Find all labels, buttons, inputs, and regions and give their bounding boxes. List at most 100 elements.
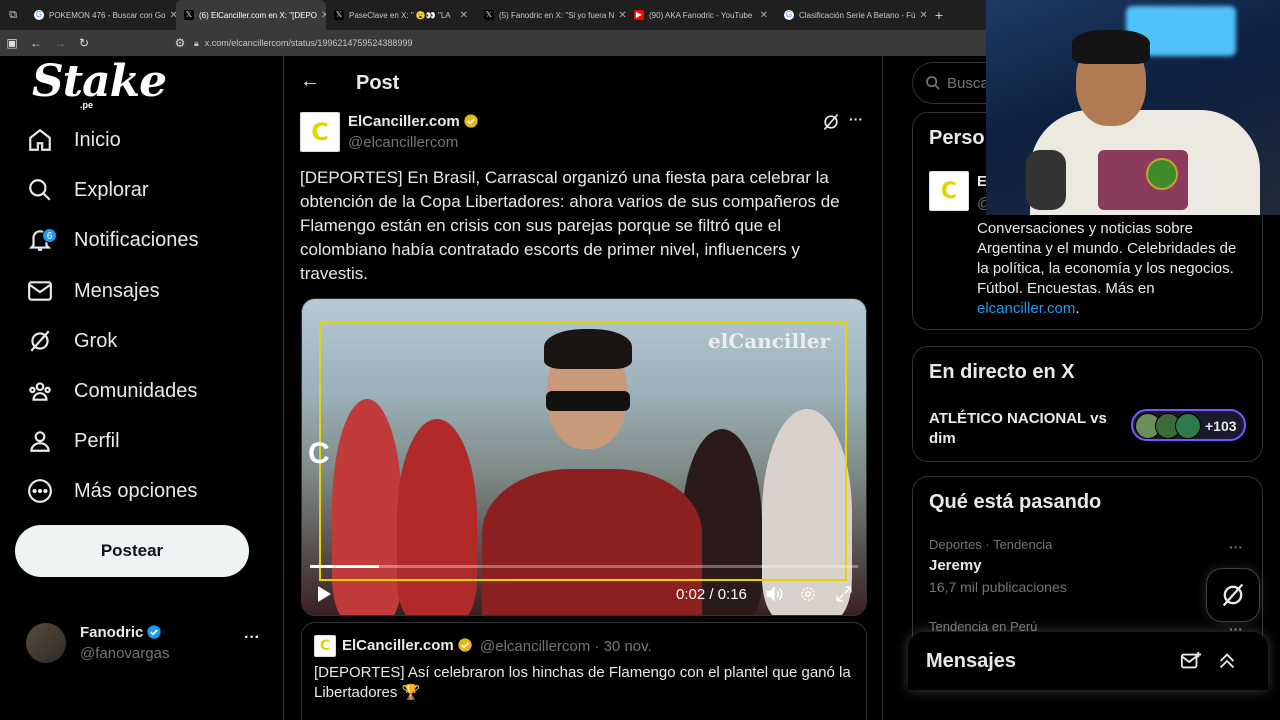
tab-label: POKEMON 476 - Buscar con Go — [49, 10, 166, 20]
trend-name[interactable]: Jeremy — [929, 557, 982, 574]
grok-icon[interactable] — [821, 112, 841, 137]
card-title: En directo en X — [929, 361, 1075, 383]
video-frame-border — [319, 321, 847, 581]
account-handle: @fanovargas — [80, 645, 170, 662]
grok-float-button[interactable] — [1206, 568, 1260, 622]
author-avatar[interactable]: C — [300, 112, 340, 152]
google-icon: G — [784, 10, 794, 20]
more-icon[interactable]: ··· — [849, 111, 863, 127]
browser-tab[interactable]: 𝕏 (5) Fanodric en X: "Si yo fuera N ✕ — [476, 0, 626, 30]
avatar — [26, 623, 66, 663]
trend-posts: 16,7 mil publicaciones — [929, 579, 1067, 595]
mail-icon — [26, 277, 54, 305]
author-name[interactable]: ElCanciller.com — [348, 113, 479, 130]
close-icon[interactable]: ✕ — [614, 10, 626, 21]
shirt-crest — [1146, 158, 1178, 190]
quoted-text: [DEPORTES] Así celebraron los hinchas de… — [314, 664, 851, 701]
nav-item-communities[interactable]: Comunidades — [26, 371, 197, 411]
tab-actions-icon[interactable]: ⧉ — [0, 9, 26, 22]
messages-drawer-title: Mensajes — [926, 650, 1017, 672]
nav-label: Más opciones — [74, 479, 198, 502]
x-icon: 𝕏 — [484, 10, 494, 20]
avatar — [1175, 413, 1201, 439]
verified-gold-icon — [458, 638, 472, 652]
sidebar-toggle-icon[interactable]: ▣ — [0, 36, 24, 50]
play-icon[interactable] — [316, 585, 332, 608]
relevant-bio: Conversaciones y noticias sobre Argentin… — [977, 219, 1249, 319]
forward-icon[interactable]: → — [48, 36, 72, 50]
reload-icon[interactable]: ↻ — [72, 36, 96, 50]
nav-item-explore[interactable]: Explorar — [26, 170, 148, 210]
x-icon: 𝕏 — [334, 10, 344, 20]
account-switcher[interactable]: Fanodric @fanovargas ··· — [26, 621, 266, 667]
browser-tab[interactable]: 𝕏 PaseClave en X: " 😮👀 "LA ✕ — [326, 0, 476, 30]
left-sidebar: Stake .pe Inicio Explorar 6 Notificacion… — [0, 56, 283, 720]
nav-label: Grok — [74, 329, 118, 352]
relevant-avatar[interactable]: C — [929, 171, 969, 211]
youtube-icon: ▶ — [634, 10, 644, 20]
settings-gear-icon[interactable] — [799, 585, 817, 608]
live-event-title[interactable]: ATLÉTICO NACIONAL vs dim — [929, 409, 1119, 449]
search-icon — [925, 75, 941, 96]
main-column: ← Post C ElCanciller.com @elcancillercom… — [283, 56, 883, 720]
post-button[interactable]: Postear — [15, 525, 249, 577]
back-arrow-icon[interactable]: ← — [300, 70, 320, 93]
nav-item-grok[interactable]: Grok — [26, 321, 117, 361]
close-icon[interactable]: ✕ — [916, 10, 926, 21]
video-player[interactable]: elCanciller C 0:02 / 0:16 — [301, 298, 867, 616]
tab-label: (5) Fanodric en X: "Si yo fuera N — [499, 10, 615, 20]
browser-tab[interactable]: ▶ (90) AKA Fanodric - YouTube ✕ — [626, 0, 776, 30]
url-field[interactable]: x.com/elcancillercom/status/199621475952… — [205, 38, 413, 48]
nav-item-home[interactable]: Inicio — [26, 120, 121, 160]
bell-icon: 6 — [26, 226, 57, 254]
search-input[interactable]: Busca — [947, 75, 989, 92]
new-message-icon[interactable] — [1180, 650, 1202, 677]
nav-item-notifications[interactable]: 6 Notificaciones — [26, 220, 199, 260]
communities-icon — [26, 377, 54, 405]
back-icon[interactable]: ← — [24, 36, 48, 50]
browser-tab-active[interactable]: 𝕏 (6) ElCanciller.com en X: "[DEPO ✕ — [176, 0, 326, 30]
author-name-text: ElCanciller.com — [348, 113, 460, 130]
messages-drawer[interactable]: Mensajes — [908, 632, 1268, 690]
quoted-author-name: ElCanciller.com — [342, 637, 473, 654]
close-icon[interactable]: ✕ — [317, 10, 326, 21]
nav-label: Notificaciones — [74, 228, 199, 251]
webcam-overlay — [986, 0, 1280, 215]
grok-icon — [1222, 583, 1244, 607]
home-icon — [26, 126, 54, 154]
more-icon[interactable]: ··· — [244, 629, 260, 647]
close-icon[interactable]: ✕ — [166, 10, 177, 21]
collapse-icon[interactable] — [1216, 650, 1238, 677]
stake-logo[interactable]: Stake — [32, 56, 167, 107]
new-tab-icon[interactable]: + — [926, 7, 952, 23]
close-icon[interactable]: ✕ — [456, 10, 468, 21]
fullscreen-icon[interactable] — [835, 585, 853, 608]
browser-tab[interactable]: G POKEMON 476 - Buscar con Go ✕ — [26, 0, 176, 30]
quoted-post[interactable]: C ElCanciller.com @elcancillercom · 30 n… — [301, 622, 867, 720]
nav-item-more[interactable]: Más opciones — [26, 471, 197, 511]
quoted-author-name-text: ElCanciller.com — [342, 637, 454, 654]
video-progress-fill — [310, 565, 379, 568]
browser-tab[interactable]: G Clasificación Serie A Betano - Fú ✕ — [776, 0, 926, 30]
video-time: 0:02 / 0:16 — [676, 586, 747, 603]
site-settings-icon[interactable]: ⚙ — [168, 36, 192, 50]
more-circle-icon — [26, 477, 54, 505]
tab-label: (90) AKA Fanodric - YouTube — [649, 10, 753, 20]
nav-item-messages[interactable]: Mensajes — [26, 271, 160, 311]
stake-logo-suffix: .pe — [80, 100, 94, 110]
nav-item-profile[interactable]: Perfil — [26, 421, 120, 461]
nav-label: Mensajes — [74, 279, 160, 302]
close-icon[interactable]: ✕ — [756, 10, 768, 21]
nav-label: Explorar — [74, 178, 149, 201]
video-progress-bar[interactable] — [310, 565, 858, 568]
live-listeners-pill[interactable]: +103 — [1131, 409, 1246, 441]
bio-text: Conversaciones y noticias sobre Argentin… — [977, 220, 1237, 297]
bio-link[interactable]: elcanciller.com — [977, 300, 1075, 317]
more-icon[interactable]: ··· — [1229, 539, 1243, 555]
verified-badge-icon — [147, 625, 162, 639]
bio-tail: . — [1075, 300, 1080, 317]
author-handle[interactable]: @elcancillercom — [348, 134, 458, 151]
volume-icon[interactable] — [764, 585, 784, 608]
grok-icon — [26, 327, 54, 355]
google-icon: G — [34, 10, 44, 20]
